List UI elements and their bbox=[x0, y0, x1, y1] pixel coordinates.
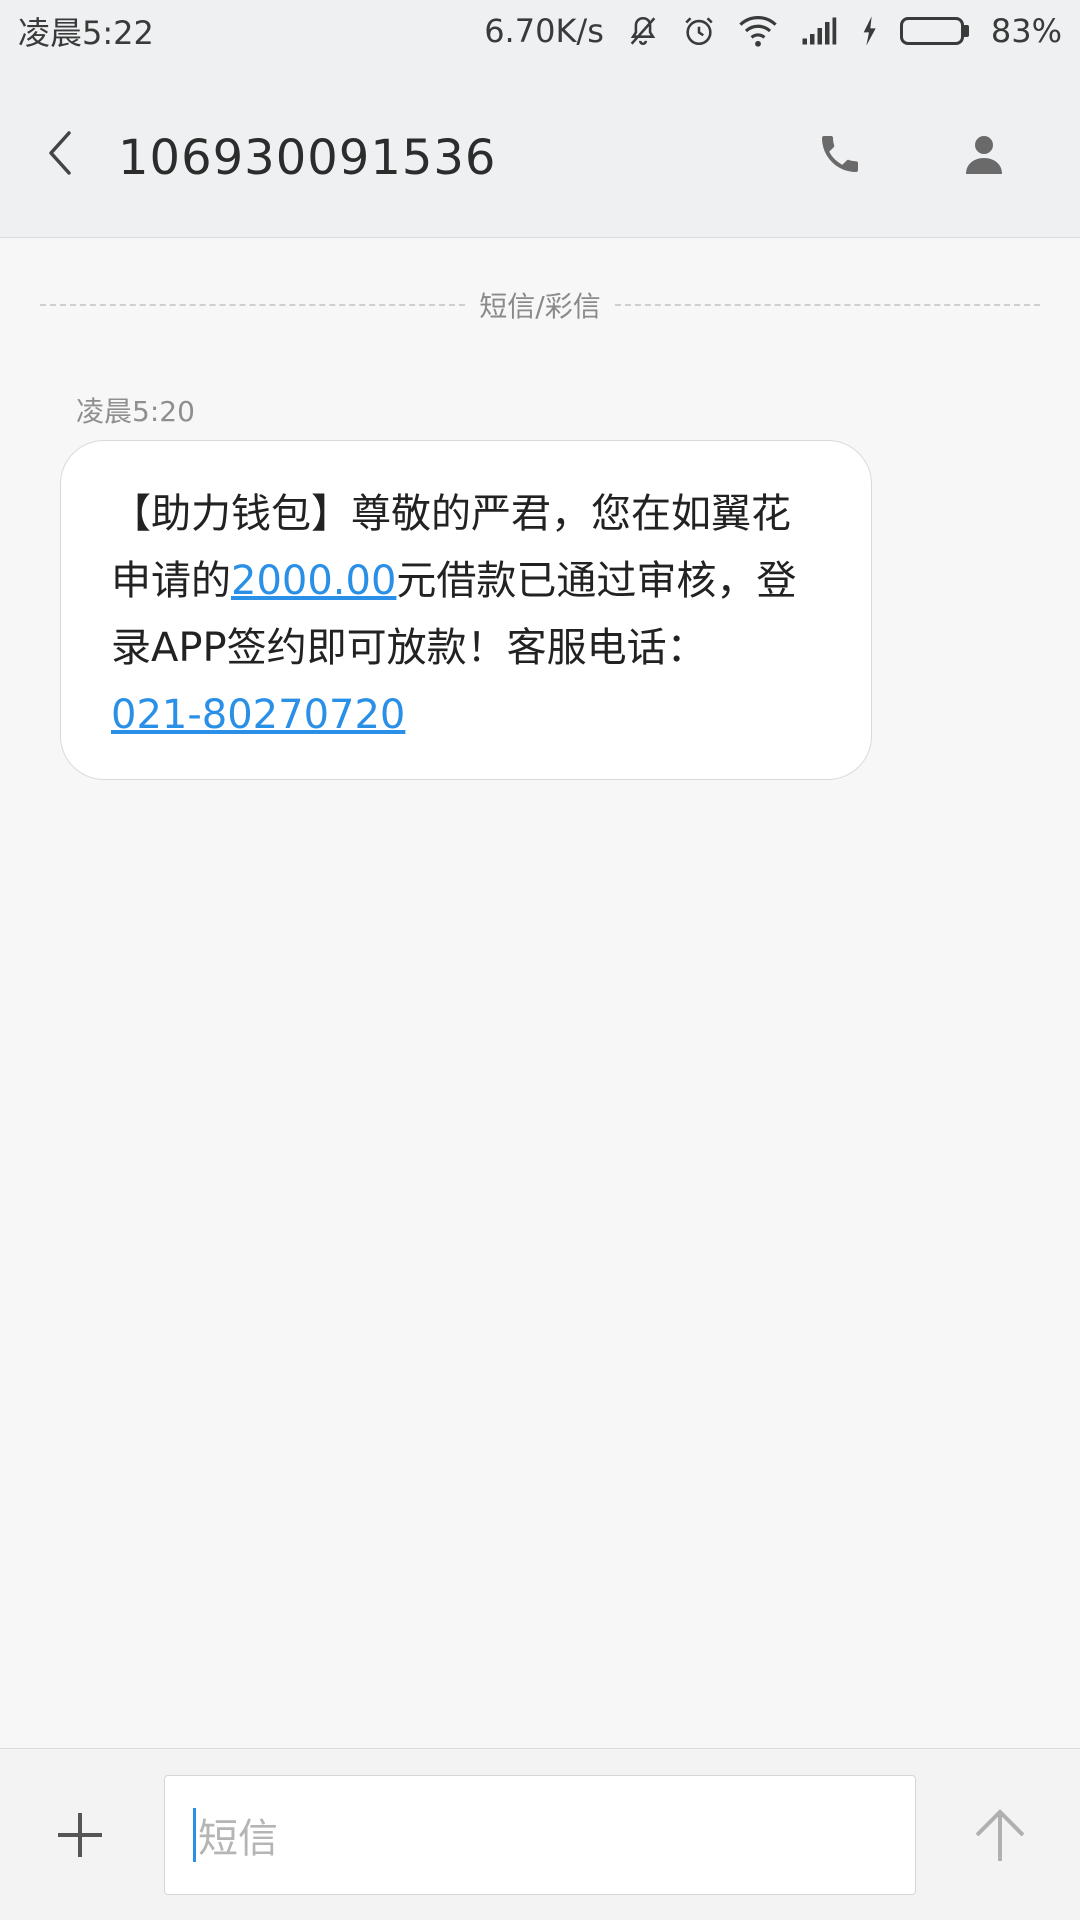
battery-percent: 83% bbox=[990, 12, 1062, 50]
network-speed: 6.70K/s bbox=[484, 12, 604, 50]
plus-icon bbox=[58, 1813, 102, 1857]
message-input-placeholder: 短信 bbox=[198, 1816, 278, 1862]
mute-icon bbox=[626, 14, 660, 48]
message-input[interactable]: 短信 bbox=[164, 1775, 916, 1895]
amount-link[interactable]: 2000.00 bbox=[231, 558, 396, 604]
battery-icon bbox=[899, 17, 969, 45]
incoming-message-bubble[interactable]: 【助力钱包】尊敬的严君，您在如翼花申请的2000.00元借款已通过审核，登录AP… bbox=[60, 440, 872, 780]
contact-info-button[interactable] bbox=[956, 126, 1012, 182]
status-indicators: 6.70K/s 83% bbox=[484, 12, 1062, 50]
send-button[interactable] bbox=[970, 1805, 1030, 1865]
status-time: 凌晨5:22 bbox=[18, 14, 154, 52]
back-button[interactable] bbox=[40, 128, 80, 178]
message-type-label: 短信/彩信 bbox=[479, 290, 601, 323]
divider-line-left bbox=[40, 304, 466, 306]
message-timestamp: 凌晨5:20 bbox=[76, 395, 195, 428]
conversation-header: 106930091536 bbox=[0, 62, 1080, 238]
charging-icon bbox=[860, 15, 878, 47]
alarm-icon bbox=[682, 14, 716, 48]
divider-line-right bbox=[614, 304, 1040, 306]
phone-number-link[interactable]: 021-80270720 bbox=[111, 692, 405, 738]
arrow-up-icon bbox=[975, 1809, 1025, 1861]
text-caret bbox=[193, 1808, 196, 1862]
add-attachment-button[interactable] bbox=[52, 1807, 108, 1863]
chevron-left-icon bbox=[49, 131, 71, 175]
sms-conversation-screen: 凌晨5:22 6.70K/s 83% 106930091536 短信/彩信 凌晨… bbox=[0, 0, 1080, 1920]
signal-icon bbox=[800, 16, 838, 46]
wifi-icon bbox=[738, 15, 778, 47]
contact-number-title: 106930091536 bbox=[118, 130, 497, 186]
message-type-divider: 短信/彩信 bbox=[40, 280, 1040, 330]
call-button[interactable] bbox=[812, 126, 868, 182]
phone-icon bbox=[822, 136, 858, 172]
person-icon bbox=[966, 136, 1002, 174]
status-bar: 凌晨5:22 6.70K/s 83% bbox=[0, 0, 1080, 62]
message-composer: 短信 bbox=[0, 1748, 1080, 1920]
